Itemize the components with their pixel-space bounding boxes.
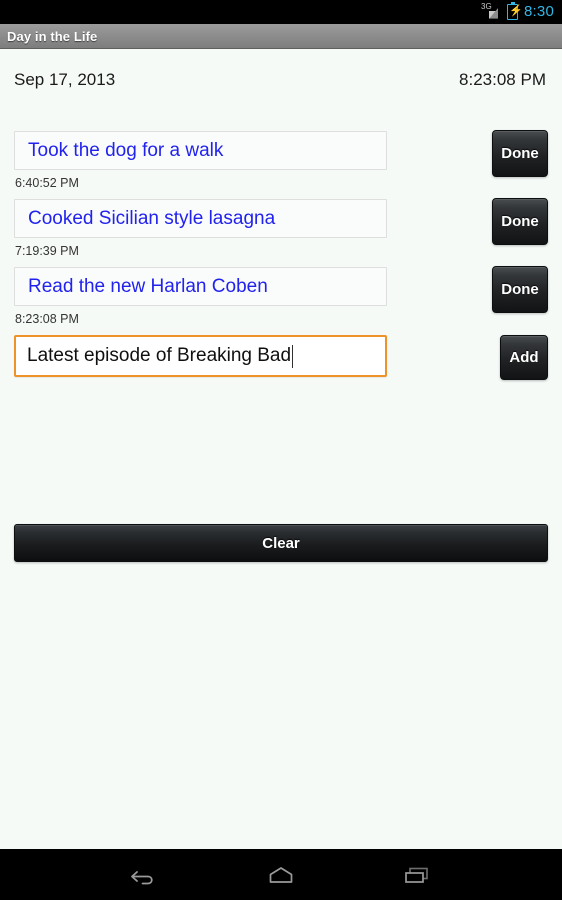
status-bar: 3G ⚡ 8:30 xyxy=(0,0,562,24)
status-icons: 3G ⚡ 8:30 xyxy=(481,2,554,20)
status-bar-clock: 8:30 xyxy=(524,3,554,20)
main-content: Sep 17, 2013 8:23:08 PM Took the dog for… xyxy=(0,49,562,849)
task-entry: Cooked Sicilian style lasagna 7:19:39 PM xyxy=(14,199,387,258)
system-navigation-bar xyxy=(0,849,562,900)
current-time-label: 8:23:08 PM xyxy=(459,70,546,89)
done-button[interactable]: Done xyxy=(492,130,548,177)
page-title: Day in the Life xyxy=(7,28,98,44)
date-time-header: Sep 17, 2013 8:23:08 PM xyxy=(14,49,548,90)
new-task-entry: Latest episode of Breaking Bad xyxy=(14,335,387,377)
task-list: Took the dog for a walk 6:40:52 PM Done … xyxy=(14,130,548,380)
back-button[interactable] xyxy=(121,855,169,895)
recents-button[interactable] xyxy=(393,855,441,895)
device-screen: 3G ⚡ 8:30 Day in the Life Sep 17, 2013 8… xyxy=(0,0,562,900)
task-row: Read the new Harlan Coben 8:23:08 PM Don… xyxy=(14,266,548,326)
task-text-field[interactable]: Took the dog for a walk xyxy=(14,131,387,170)
task-timestamp: 8:23:08 PM xyxy=(15,312,79,326)
battery-charging-icon: ⚡ xyxy=(507,2,523,20)
new-task-input-value: Latest episode of Breaking Bad xyxy=(27,345,292,366)
task-entry: Read the new Harlan Coben 8:23:08 PM xyxy=(14,267,387,326)
task-entry: Took the dog for a walk 6:40:52 PM xyxy=(14,131,387,190)
new-task-input[interactable]: Latest episode of Breaking Bad xyxy=(14,335,387,377)
recents-icon xyxy=(402,864,432,886)
task-row: Cooked Sicilian style lasagna 7:19:39 PM… xyxy=(14,198,548,258)
network-type-label: 3G xyxy=(481,2,492,11)
task-text-field[interactable]: Read the new Harlan Coben xyxy=(14,267,387,306)
text-caret xyxy=(292,344,294,368)
task-timestamp: 7:19:39 PM xyxy=(15,244,79,258)
app-title-bar: Day in the Life xyxy=(0,24,562,49)
task-text-field[interactable]: Cooked Sicilian style lasagna xyxy=(14,199,387,238)
clear-button-wrapper: Clear xyxy=(14,524,548,562)
new-task-row: Latest episode of Breaking Bad Add xyxy=(14,335,548,380)
add-button[interactable]: Add xyxy=(500,335,548,380)
home-icon xyxy=(266,864,296,886)
back-arrow-icon xyxy=(130,864,160,886)
clear-button[interactable]: Clear xyxy=(14,524,548,562)
home-button[interactable] xyxy=(257,855,305,895)
current-date-label: Sep 17, 2013 xyxy=(14,70,116,89)
done-button[interactable]: Done xyxy=(492,266,548,313)
done-button[interactable]: Done xyxy=(492,198,548,245)
task-row: Took the dog for a walk 6:40:52 PM Done xyxy=(14,130,548,190)
signal-bars-icon: 3G xyxy=(481,2,501,20)
task-timestamp: 6:40:52 PM xyxy=(15,176,79,190)
